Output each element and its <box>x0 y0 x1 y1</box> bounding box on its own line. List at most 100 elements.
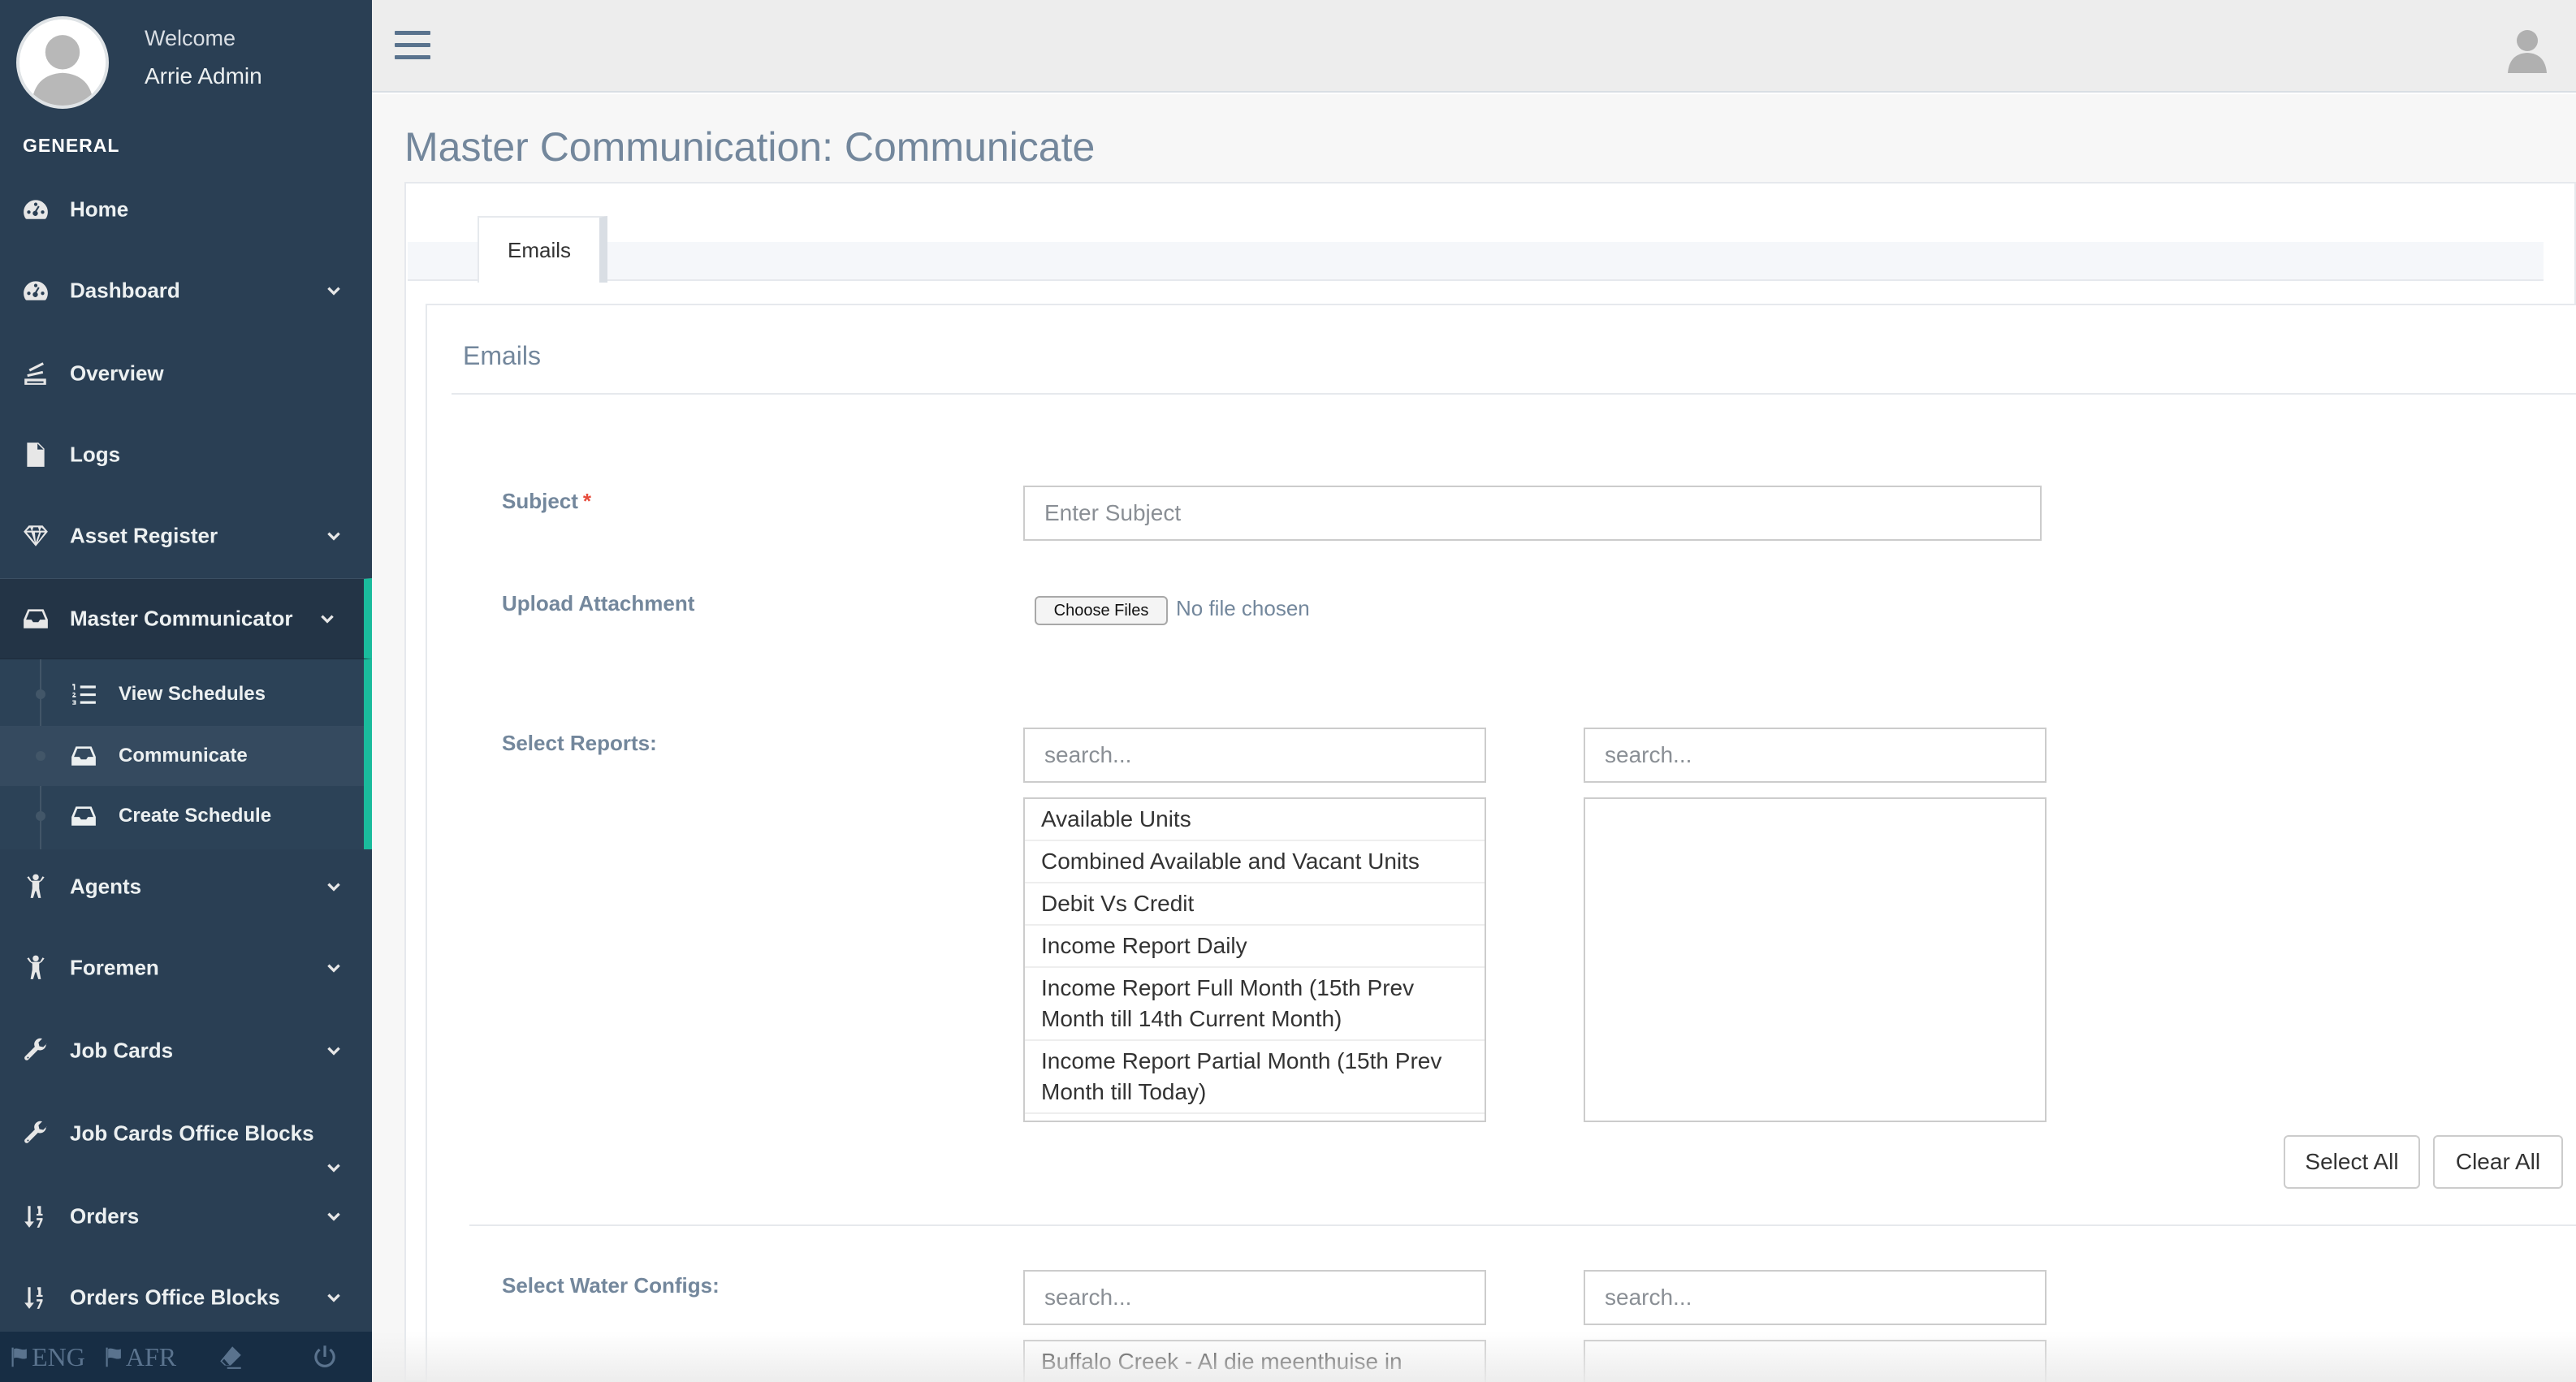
sort-numeric-icon <box>21 1202 50 1231</box>
user-menu-button[interactable] <box>2505 24 2550 73</box>
select-all-button[interactable]: Select All <box>2284 1135 2420 1189</box>
submenu-item-label: Communicate <box>119 745 248 767</box>
water-available-search-input[interactable] <box>1023 1270 1486 1325</box>
chevron-down-icon <box>325 1289 343 1306</box>
submenu-dot <box>36 751 45 761</box>
eraser-icon <box>220 1346 241 1369</box>
user-icon <box>2508 30 2547 73</box>
sidebar-item-label: Agents <box>70 874 142 899</box>
menu-section-title: GENERAL <box>23 135 120 156</box>
profile-block: Welcome Arrie Admin <box>0 0 372 122</box>
section-divider <box>452 393 2576 395</box>
submenu-item-communicate[interactable]: Communicate <box>0 726 364 786</box>
diamond-icon <box>21 521 50 551</box>
wrench-icon <box>21 1036 50 1065</box>
list-item[interactable]: Income Report Partial Month (15th Prev M… <box>1025 1041 1485 1114</box>
chevron-down-icon <box>325 527 343 545</box>
chevron-down-icon <box>325 282 343 300</box>
flag-icon <box>11 1347 27 1367</box>
upload-attachment-label: Upload Attachment <box>502 591 695 615</box>
reports-available-list[interactable]: Available Units Combined Available and V… <box>1023 797 1486 1122</box>
chevron-down-icon <box>325 878 343 896</box>
sort-numeric-icon <box>21 1283 50 1312</box>
reports-selected-search-input[interactable] <box>1584 728 2047 783</box>
sidebar-item-label: Asset Register <box>70 523 218 548</box>
hamburger-icon <box>395 31 430 59</box>
emails-section-box <box>426 304 2576 1382</box>
list-item[interactable]: Debit Vs Credit <box>1025 883 1485 926</box>
submenu-item-label: View Schedules <box>119 683 266 705</box>
list-item[interactable]: Income Report Full Month (15th Prev Mont… <box>1025 968 1485 1041</box>
chevron-down-icon <box>325 1159 343 1177</box>
language-afr-label: AFR <box>125 1341 177 1371</box>
submenu-item-label: Create Schedule <box>119 805 272 827</box>
avatar[interactable] <box>16 16 109 109</box>
sidebar-item-label: Dashboard <box>70 278 180 303</box>
sidebar-item-home[interactable]: Home <box>0 169 372 250</box>
sidebar-item-label: Master Communicator <box>70 606 293 631</box>
clear-all-button[interactable]: Clear All <box>2433 1135 2563 1189</box>
menu-toggle-button[interactable] <box>393 26 432 65</box>
inbox-icon <box>70 802 97 830</box>
sidebar-footer: ENG AFR <box>0 1332 372 1382</box>
submenu-dot <box>36 811 45 821</box>
dashboard-icon <box>21 195 50 224</box>
logout-button[interactable] <box>300 1332 349 1382</box>
tab-emails[interactable]: Emails <box>478 216 607 283</box>
language-eng-button[interactable]: ENG <box>5 1332 89 1382</box>
dashboard-icon <box>21 276 50 305</box>
submenu-dot <box>36 689 45 699</box>
required-mark: * <box>582 489 592 513</box>
submenu-item-create-schedule[interactable]: Create Schedule <box>0 786 364 846</box>
submenu-item-view-schedules[interactable]: View Schedules <box>0 664 364 724</box>
sidebar-item-job-cards-office-blocks[interactable]: Job Cards Office Blocks <box>0 1091 372 1181</box>
sidebar-item-master-communicator[interactable]: Master Communicator <box>0 578 372 659</box>
list-item[interactable]: Combined Available and Vacant Units <box>1025 841 1485 883</box>
sidebar: Welcome Arrie Admin GENERAL Home Dashboa… <box>0 0 372 1382</box>
list-item[interactable]: Income Report Daily <box>1025 926 1485 968</box>
sidebar-item-label: Logs <box>70 442 121 467</box>
sidebar-item-label: Home <box>70 197 129 222</box>
sidebar-item-label: Job Cards Office Blocks <box>70 1121 314 1146</box>
chevron-down-icon <box>318 610 336 628</box>
sidebar-item-logs[interactable]: Logs <box>0 414 372 495</box>
list-item[interactable]: Available Units <box>1025 799 1485 841</box>
section-title: Emails <box>463 341 542 370</box>
water-available-list[interactable]: Buffalo Creek - Al die meenthuise in <box>1023 1340 1486 1382</box>
reports-selected-list[interactable] <box>1584 797 2047 1122</box>
subject-input[interactable] <box>1023 486 2042 541</box>
sidebar-item-label: Orders <box>70 1203 140 1229</box>
water-selected-search-input[interactable] <box>1584 1270 2047 1325</box>
select-reports-label: Select Reports: <box>502 731 657 755</box>
tab-bar <box>408 242 2544 281</box>
sidebar-item-dashboard[interactable]: Dashboard <box>0 250 372 331</box>
sidebar-item-asset-register[interactable]: Asset Register <box>0 495 372 577</box>
chevron-down-icon <box>325 1207 343 1225</box>
sidebar-item-job-cards[interactable]: Job Cards <box>0 1010 372 1091</box>
sidebar-item-overview[interactable]: Overview <box>0 333 372 414</box>
list-item[interactable]: Paired Tenants All <box>1025 1114 1485 1121</box>
sidebar-item-orders[interactable]: Orders <box>0 1176 372 1257</box>
sidebar-item-agents[interactable]: Agents <box>0 846 372 927</box>
choose-files-button[interactable]: Choose Files <box>1035 596 1168 625</box>
list-item[interactable]: Buffalo Creek - Al die meenthuise in <box>1025 1341 1485 1382</box>
power-icon <box>314 1345 335 1368</box>
reports-available-search-input[interactable] <box>1023 728 1486 783</box>
wrench-icon <box>21 1119 50 1148</box>
welcome-text: Welcome <box>145 26 236 50</box>
list-ol-icon <box>70 680 97 708</box>
username: Arrie Admin <box>145 63 262 89</box>
subject-label-text: Subject <box>502 489 578 513</box>
language-afr-button[interactable]: AFR <box>97 1332 182 1382</box>
sidebar-item-foremen[interactable]: Foremen <box>0 927 372 1008</box>
language-eng-label: ENG <box>32 1341 85 1371</box>
inbox-icon <box>21 604 50 633</box>
file-icon <box>21 440 50 469</box>
sidebar-item-orders-office-blocks[interactable]: Orders Office Blocks <box>0 1257 372 1338</box>
select-water-configs-label: Select Water Configs: <box>502 1273 720 1298</box>
inbox-icon <box>70 742 97 770</box>
user-avatar-icon <box>19 19 106 106</box>
water-selected-list[interactable] <box>1584 1340 2047 1382</box>
top-navbar <box>372 0 2576 93</box>
eraser-button[interactable] <box>206 1332 255 1382</box>
